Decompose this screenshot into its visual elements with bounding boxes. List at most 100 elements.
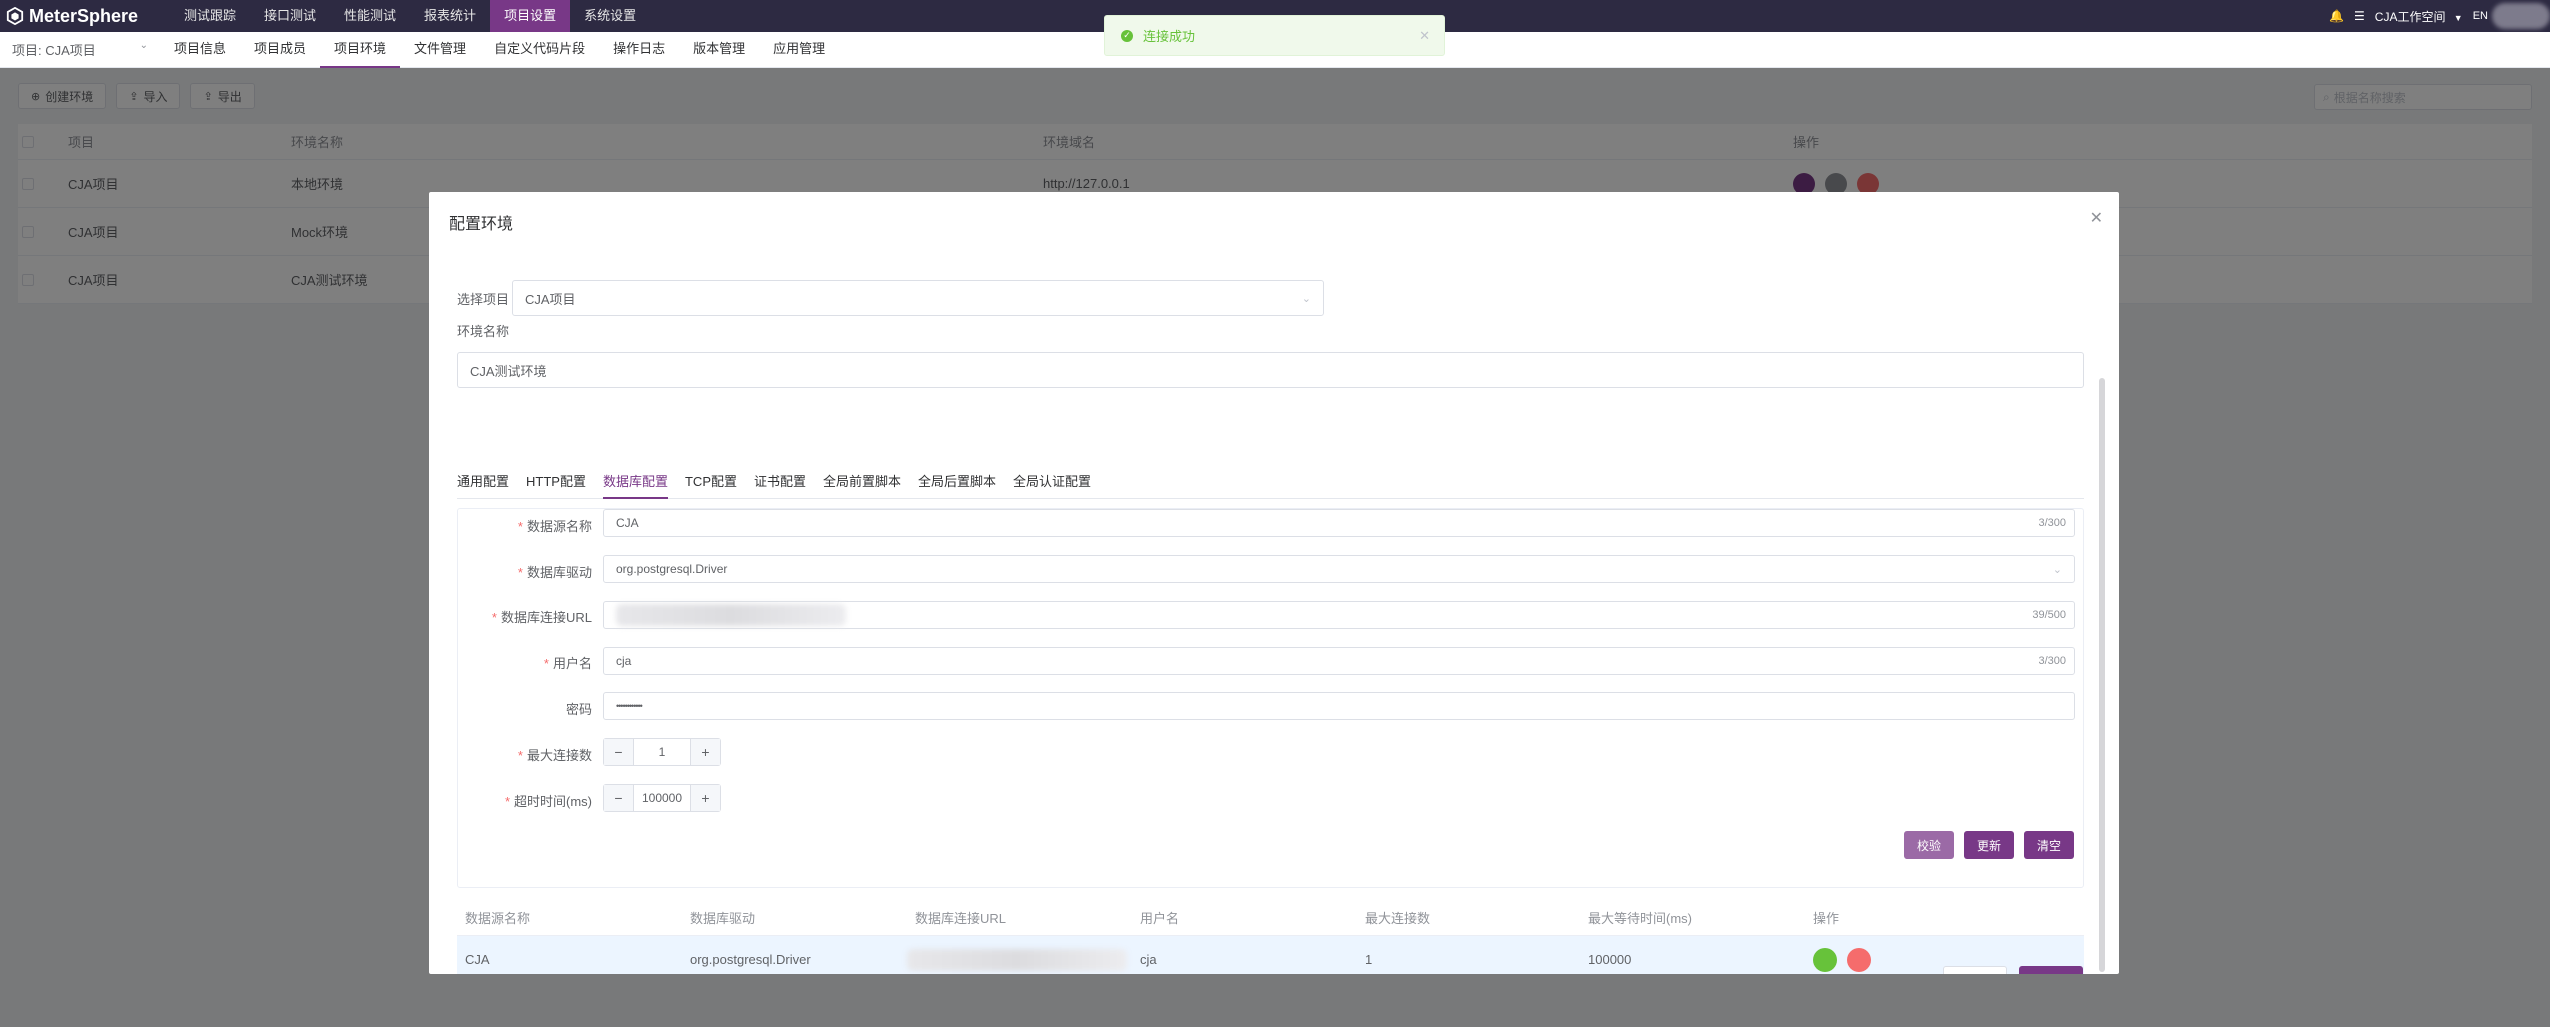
chevron-down-icon: ⌄: [139, 40, 148, 51]
cell-ds-name: CJA: [465, 952, 490, 967]
tab-tcp-config[interactable]: TCP配置: [685, 467, 737, 499]
delete-icon[interactable]: [1847, 947, 1871, 972]
row-actions: [1813, 936, 1881, 974]
nav-test-track[interactable]: 测试跟踪: [170, 0, 250, 32]
table-row[interactable]: CJA org.postgresql.Driver cja 1 100000: [457, 936, 2084, 974]
nav-right: 🔔 ☰ CJA工作空间 ▼ EN: [2329, 0, 2550, 32]
env-name-value: CJA测试环境: [470, 363, 547, 379]
dialog-scrollbar[interactable]: [2099, 378, 2105, 972]
tab-global-pre-script[interactable]: 全局前置脚本: [823, 467, 901, 499]
col-username: 用户名: [1140, 911, 1180, 926]
confirm-button[interactable]: [2019, 966, 2083, 974]
username-value: cja: [616, 654, 632, 668]
driver-select[interactable]: org.postgresql.Driver ⌄: [603, 555, 2075, 583]
database-config-form: * 数据源名称 CJA 3/300 * 数据库驱动 org.postgresql.D…: [457, 508, 2084, 888]
tab-operation-log[interactable]: 操作日志: [599, 32, 679, 68]
tab-app-management[interactable]: 应用管理: [759, 32, 839, 68]
nav-system-settings[interactable]: 系统设置: [570, 0, 650, 32]
timeout-value[interactable]: 100000: [634, 785, 690, 811]
increase-button[interactable]: +: [690, 785, 720, 811]
avatar[interactable]: [2492, 3, 2550, 29]
max-conn-label: * 最大连接数: [517, 748, 592, 763]
tab-cert-config[interactable]: 证书配置: [754, 467, 806, 499]
env-name-input[interactable]: CJA测试环境: [457, 352, 2084, 388]
col-ds-name: 数据源名称: [465, 911, 531, 926]
datasource-table: 数据源名称 数据库驱动 数据库连接URL 用户名 最大连接数 最大等待时间(ms…: [457, 900, 2084, 974]
decrease-button[interactable]: −: [604, 785, 634, 811]
app-name: MeterSphere: [29, 5, 139, 26]
cell-url: [907, 936, 1127, 974]
language-switch[interactable]: EN: [2473, 10, 2488, 22]
cell-max-conn: 1: [1365, 952, 1373, 967]
col-max-wait: 最大等待时间(ms): [1588, 911, 1692, 926]
tab-project-info[interactable]: 项目信息: [160, 32, 240, 68]
toast-message: 连接成功: [1143, 29, 1196, 44]
project-select-value: CJA项目: [525, 291, 576, 307]
password-label: 密码: [565, 702, 592, 717]
tab-custom-code[interactable]: 自定义代码片段: [480, 32, 599, 68]
clear-button[interactable]: 清空: [2024, 831, 2074, 859]
driver-label: * 数据库驱动: [517, 565, 592, 580]
workspace-name: CJA工作空间: [2374, 9, 2446, 24]
col-operation: 操作: [1813, 911, 1840, 926]
app-logo[interactable]: MeterSphere: [0, 6, 170, 27]
config-tabs: 通用配置 HTTP配置 数据库配置 TCP配置 证书配置 全局前置脚本 全局后置…: [457, 467, 2084, 499]
username-label: * 用户名: [543, 656, 592, 671]
cell-driver: org.postgresql.Driver: [690, 952, 811, 967]
increase-button[interactable]: +: [690, 739, 720, 765]
close-icon[interactable]: ✕: [2090, 208, 2103, 228]
cancel-button[interactable]: [1943, 966, 2007, 974]
ds-name-count: 3/300: [2038, 517, 2066, 529]
tab-global-post-script[interactable]: 全局后置脚本: [918, 467, 996, 499]
timeout-stepper[interactable]: − 100000 +: [603, 784, 721, 812]
max-conn-value[interactable]: 1: [634, 739, 690, 765]
decrease-button[interactable]: −: [604, 739, 634, 765]
chevron-down-icon: ⌄: [1301, 292, 1311, 305]
tab-version-management[interactable]: 版本管理: [679, 32, 759, 68]
tab-project-env[interactable]: 项目环境: [320, 32, 401, 68]
col-driver: 数据库驱动: [690, 911, 756, 926]
bell-icon[interactable]: 🔔: [2329, 9, 2344, 23]
password-value: ••••••••••••: [616, 701, 643, 711]
table-header: 数据源名称 数据库驱动 数据库连接URL 用户名 最大连接数 最大等待时间(ms…: [457, 900, 2084, 936]
password-input[interactable]: ••••••••••••: [603, 692, 2075, 720]
max-conn-stepper[interactable]: − 1 +: [603, 738, 721, 766]
url-input[interactable]: 39/500: [603, 601, 2075, 629]
update-button[interactable]: 更新: [1964, 831, 2014, 859]
list-icon: ☰: [2354, 9, 2365, 23]
tab-http-config[interactable]: HTTP配置: [526, 467, 586, 499]
tab-general-config[interactable]: 通用配置: [457, 467, 509, 499]
success-toast: ✓ 连接成功 ✕: [1104, 15, 1445, 56]
redacted-url: [907, 948, 1127, 971]
username-input[interactable]: cja 3/300: [603, 647, 2075, 675]
env-name-label: 环境名称: [457, 324, 510, 339]
config-env-dialog: 配置环境 ✕ 选择项目 CJA项目 ⌄ 环境名称 CJA测试环境 通用配置 HT…: [429, 192, 2119, 974]
url-count: 39/500: [2032, 609, 2066, 621]
nav-performance-test[interactable]: 性能测试: [330, 0, 410, 32]
tab-project-members[interactable]: 项目成员: [240, 32, 320, 68]
nav-api-test[interactable]: 接口测试: [250, 0, 330, 32]
cell-max-wait: 100000: [1588, 952, 1632, 967]
close-icon[interactable]: ✕: [1419, 28, 1430, 44]
tab-file-management[interactable]: 文件管理: [400, 32, 480, 68]
username-count: 3/300: [2038, 655, 2066, 667]
url-label: * 数据库连接URL: [491, 610, 592, 625]
redacted-url: [616, 604, 846, 626]
project-selector-label: 项目: CJA项目: [12, 43, 96, 58]
nav-report[interactable]: 报表统计: [410, 0, 490, 32]
ds-name-label: * 数据源名称: [517, 519, 592, 534]
tab-database-config[interactable]: 数据库配置: [602, 467, 668, 499]
nav-project-settings[interactable]: 项目设置: [490, 0, 571, 32]
dialog-title: 配置环境: [449, 216, 514, 233]
workspace-switcher[interactable]: CJA工作空间 ▼: [2375, 8, 2463, 25]
project-select[interactable]: CJA项目 ⌄: [512, 280, 1324, 316]
timeout-label: * 超时时间(ms): [504, 794, 592, 809]
check-circle-icon: ✓: [1121, 29, 1133, 42]
chevron-down-icon: ⌄: [2052, 563, 2062, 576]
project-selector[interactable]: 项目: CJA项目 ⌄: [0, 40, 160, 59]
ds-name-input[interactable]: CJA 3/300: [603, 509, 2075, 537]
ds-name-value: CJA: [616, 516, 639, 530]
tab-global-auth-config[interactable]: 全局认证配置: [1013, 467, 1091, 499]
check-button[interactable]: 校验: [1904, 831, 1954, 859]
copy-icon[interactable]: [1813, 947, 1837, 972]
